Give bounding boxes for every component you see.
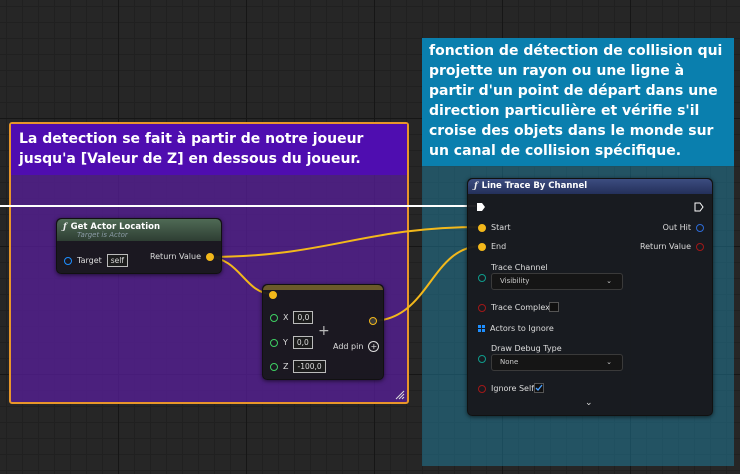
float-pin-icon[interactable] [270, 313, 278, 322]
add-pin-label: Add pin [333, 342, 364, 351]
bool-pin-icon[interactable] [478, 384, 486, 393]
pin-label: Target [77, 256, 102, 265]
make-vector-node[interactable]: X 0,0 Y 0,0 Z -100,0 + Add pin + [262, 284, 384, 380]
pin-label: Actors to Ignore [490, 324, 554, 333]
target-value-field[interactable]: self [106, 254, 128, 267]
vector-pin-icon[interactable] [478, 242, 486, 251]
pin-label: Ignore Self [491, 384, 535, 393]
actors-to-ignore-pin-row[interactable]: Actors to Ignore [478, 324, 554, 333]
array-pin-icon[interactable] [478, 325, 485, 332]
x-pin-row[interactable]: X 0,0 [270, 311, 314, 324]
ignore-self-pin-row[interactable]: Ignore Self [478, 384, 534, 393]
function-icon: ƒ [63, 222, 67, 232]
bool-pin-icon[interactable] [696, 242, 704, 251]
bool-pin-icon[interactable] [478, 303, 486, 312]
z-value-field[interactable]: -100,0 [293, 360, 326, 373]
node-header[interactable]: ƒ Get Actor Location Target is Actor [57, 219, 221, 241]
add-pin-button[interactable]: Add pin + [333, 341, 380, 352]
vector-pin-icon[interactable] [206, 252, 214, 261]
float-pin-icon[interactable] [270, 362, 278, 371]
node-title: Line Trace By Channel [481, 181, 588, 191]
pin-label: Z [283, 362, 289, 371]
x-value-field[interactable]: 0,0 [293, 311, 314, 324]
expand-chevron-icon[interactable]: ⌄ [585, 398, 593, 408]
pin-label: Return Value [639, 242, 691, 251]
z-pin-row[interactable]: Z -100,0 [270, 360, 326, 373]
vector-wire-end [370, 245, 483, 322]
draw-debug-type-label: Draw Debug Type [491, 344, 562, 353]
y-pin-row[interactable]: Y 0,0 [270, 336, 313, 349]
pin-label: Return Value [149, 252, 201, 261]
vector-input-pin-icon[interactable] [269, 291, 277, 299]
add-circle-icon: + [368, 341, 380, 352]
dropdown-value: Visibility [500, 277, 530, 285]
exec-in-pin-icon[interactable] [476, 202, 486, 212]
vector-pin-icon[interactable] [478, 223, 486, 232]
pin-label: Out Hit [662, 223, 691, 232]
chevron-down-icon: ⌄ [606, 358, 612, 366]
return-value-pin-row[interactable]: Return Value [150, 252, 214, 261]
chevron-down-icon: ⌄ [606, 277, 612, 285]
target-pin-row[interactable]: Target self [64, 254, 128, 267]
pin-label: Start [491, 223, 511, 232]
start-pin-row[interactable]: Start [478, 223, 511, 232]
byte-pin-icon[interactable] [478, 274, 486, 282]
trace-channel-label: Trace Channel [491, 263, 548, 272]
plus-icon: + [318, 323, 330, 339]
return-value-pin-row[interactable]: Return Value [640, 242, 704, 251]
trace-complex-checkbox[interactable] [549, 302, 559, 312]
node-header[interactable]: ƒ Line Trace By Channel [468, 179, 712, 194]
dropdown-value: None [500, 358, 519, 366]
checkmark-icon [535, 384, 543, 391]
ignore-self-checkbox[interactable] [534, 383, 544, 393]
float-pin-icon[interactable] [270, 338, 278, 347]
end-pin-row[interactable]: End [478, 242, 506, 251]
y-value-field[interactable]: 0,0 [292, 336, 313, 349]
get-actor-location-node[interactable]: ƒ Get Actor Location Target is Actor Targ… [56, 218, 222, 274]
byte-pin-icon[interactable] [478, 355, 486, 363]
node-subtitle: Target is Actor [77, 231, 128, 239]
pin-label: X [283, 313, 289, 322]
exec-out-pin-icon[interactable] [694, 202, 704, 212]
pin-label: End [491, 242, 507, 251]
pin-label: Trace Complex [491, 303, 550, 312]
function-icon: ƒ [474, 181, 478, 191]
trace-complex-pin-row[interactable]: Trace Complex [478, 303, 550, 312]
out-hit-pin-row[interactable]: Out Hit [663, 223, 704, 232]
pin-label: Y [283, 338, 288, 347]
draw-debug-type-dropdown[interactable]: None ⌄ [491, 354, 623, 371]
vector-wire-start [206, 226, 483, 258]
line-trace-by-channel-node[interactable]: ƒ Line Trace By Channel Start End Out Hit… [467, 178, 713, 416]
struct-pin-icon[interactable] [696, 223, 704, 232]
object-pin-icon[interactable] [64, 256, 72, 265]
vector-output-pin-icon[interactable] [369, 317, 377, 325]
trace-channel-dropdown[interactable]: Visibility ⌄ [491, 273, 623, 290]
